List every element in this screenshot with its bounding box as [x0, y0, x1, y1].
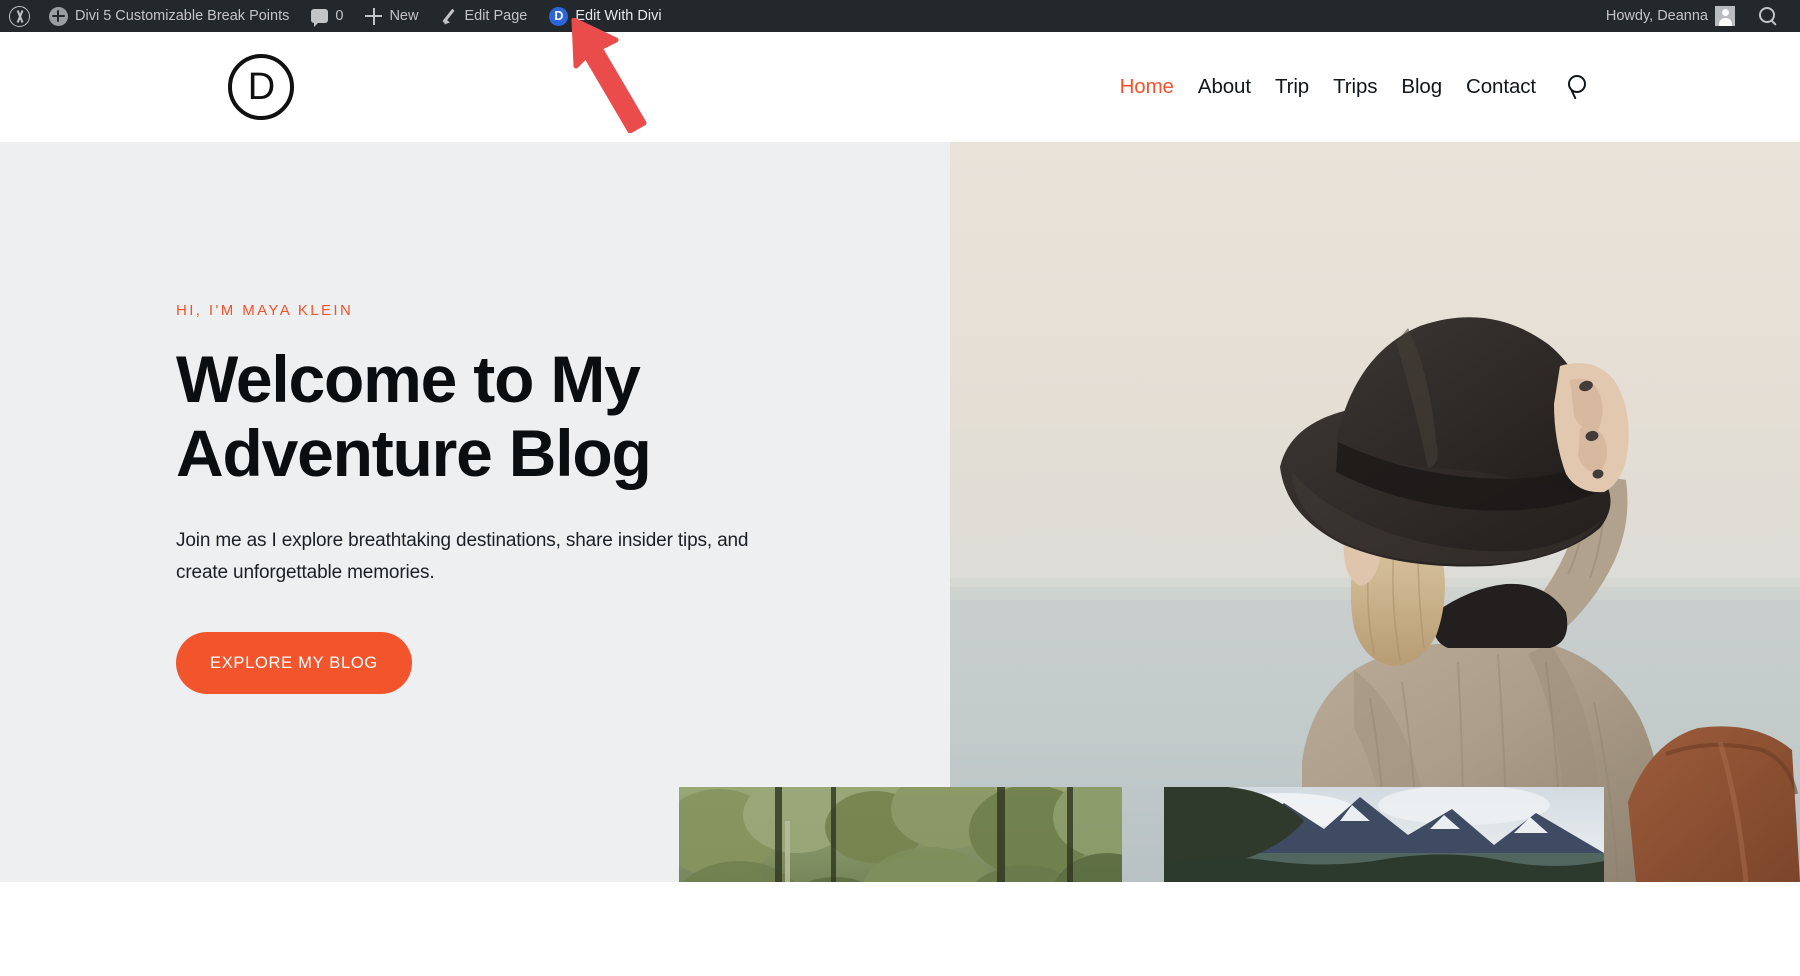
hero-subtitle: Join me as I explore breathtaking destin… [176, 529, 749, 584]
admin-bar-edit-page[interactable]: Edit Page [429, 0, 538, 32]
site-logo-letter: D [247, 66, 275, 108]
hero-photo [950, 142, 1800, 882]
admin-bar-edit-page-label: Edit Page [464, 7, 528, 24]
avatar [1715, 6, 1735, 26]
admin-bar-howdy-label: Howdy, Deanna [1605, 7, 1708, 24]
admin-bar-edit-with-divi-label: Edit With Divi [575, 7, 662, 24]
site-logo[interactable]: D [228, 54, 294, 120]
nav-item-blog[interactable]: Blog [1389, 75, 1454, 99]
nav-item-trip[interactable]: Trip [1263, 75, 1321, 99]
admin-bar-site-name[interactable]: Divi 5 Customizable Break Points [38, 0, 300, 32]
nav-item-home[interactable]: Home [1108, 75, 1186, 99]
admin-bar-new[interactable]: New [354, 0, 429, 32]
hero-title-line-1: Welcome to My [176, 342, 641, 416]
admin-bar-right-group: Howdy, Deanna [1595, 0, 1800, 32]
main-navigation: Home About Trip Trips Blog Contact [1108, 32, 1590, 142]
admin-bar-site-name-label: Divi 5 Customizable Break Points [75, 7, 290, 24]
nav-item-contact[interactable]: Contact [1454, 75, 1548, 99]
explore-my-blog-button[interactable]: EXPLORE MY BLOG [176, 632, 412, 695]
search-icon[interactable] [1564, 74, 1590, 100]
below-hero-white-area [0, 882, 1800, 976]
admin-bar-edit-with-divi[interactable]: D Edit With Divi [538, 0, 672, 32]
admin-bar-comments[interactable]: 0 [300, 0, 354, 32]
admin-bar-comment-count: 0 [335, 7, 344, 24]
hero-copy-block: HI, I'M MAYA KLEIN Welcome to My Adventur… [176, 302, 876, 695]
search-icon [1757, 5, 1779, 27]
admin-bar-search[interactable] [1746, 0, 1790, 32]
lake-dock-card[interactable] [1164, 787, 1604, 882]
hero-section: HI, I'M MAYA KLEIN Welcome to My Adventur… [0, 142, 1800, 882]
site-header: D Home About Trip Trips Blog Contact [0, 32, 1800, 142]
wp-admin-bar: Divi 5 Customizable Break Points 0 New E… [0, 0, 1800, 32]
admin-bar-new-label: New [389, 7, 419, 24]
hero-title: Welcome to My Adventure Blog [176, 342, 696, 491]
hero-photo-illustration [950, 142, 1800, 882]
hero-eyebrow: HI, I'M MAYA KLEIN [176, 302, 354, 319]
site-dashboard-icon [49, 6, 68, 26]
divi-d-badge-icon: D [549, 6, 569, 26]
admin-bar-my-account[interactable]: Howdy, Deanna [1595, 0, 1746, 32]
admin-bar-wp-logo[interactable] [0, 0, 38, 32]
hero-title-line-2: Adventure Blog [176, 415, 652, 490]
forest-waterfall-illustration [679, 787, 1122, 882]
nav-item-trips[interactable]: Trips [1321, 75, 1389, 99]
nav-item-about[interactable]: About [1186, 75, 1263, 99]
pencil-icon [440, 8, 457, 25]
mountain-lake-dock-illustration [1164, 787, 1604, 882]
wordpress-logo-icon [9, 5, 30, 27]
forest-waterfall-card[interactable] [679, 787, 1122, 882]
plus-icon [365, 7, 383, 25]
admin-bar-left-group: Divi 5 Customizable Break Points 0 New E… [0, 0, 673, 32]
comment-bubble-icon [311, 9, 329, 27]
